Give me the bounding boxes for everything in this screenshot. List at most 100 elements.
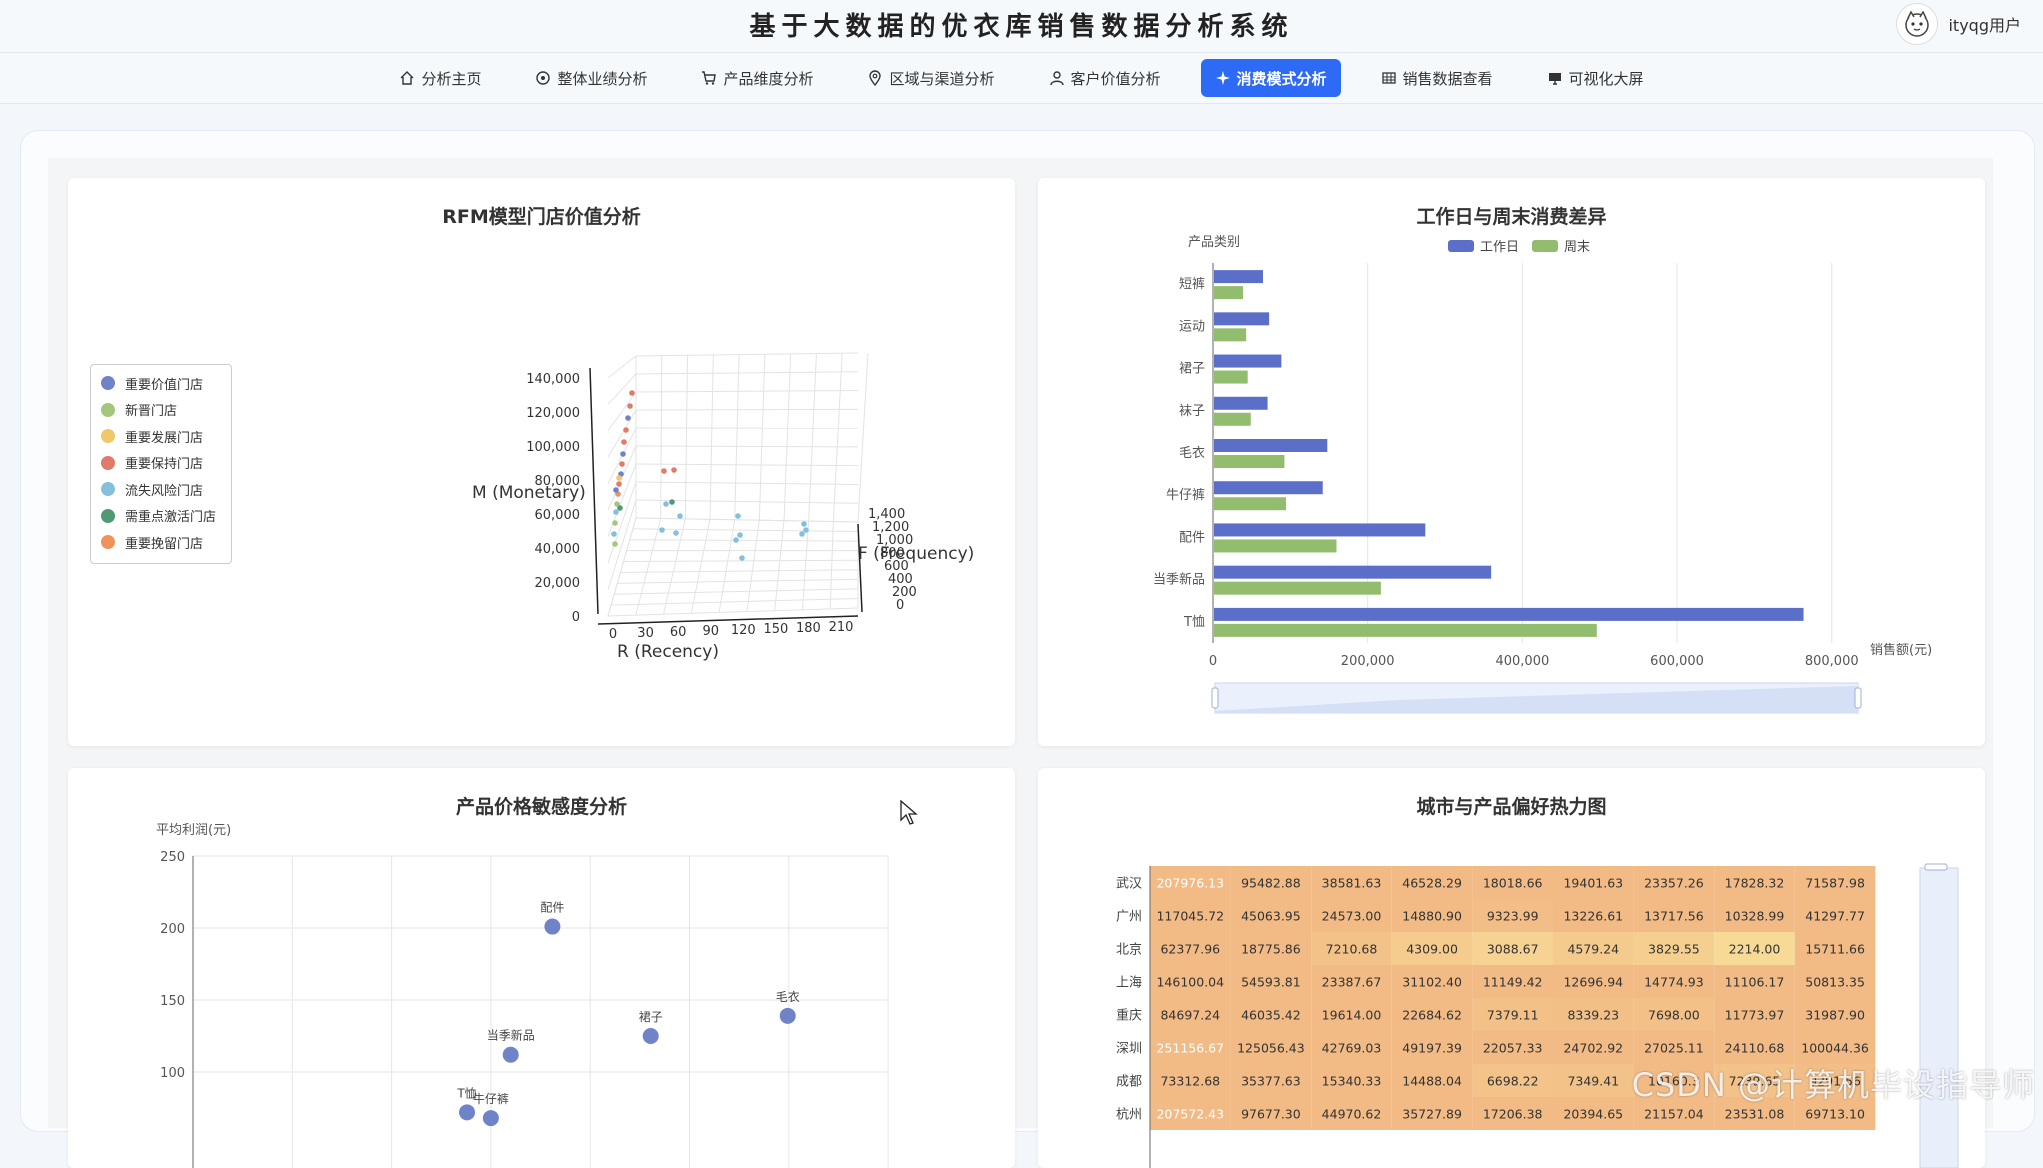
point-label: 当季新品 [487, 1028, 535, 1043]
heatmap-cell-label: 20394.65 [1563, 1107, 1623, 1122]
weekend-bar [1214, 286, 1243, 299]
grid-line [636, 518, 858, 522]
heatmap-cell-label: 9323.99 [1487, 909, 1539, 924]
nav-item-product[interactable]: 产品维度分析 [687, 59, 827, 97]
point-label: 毛衣 [776, 989, 800, 1004]
rfm-point [661, 468, 667, 474]
grid-line [661, 356, 662, 519]
nav-item-consumption[interactable]: 消费模式分析 [1201, 59, 1341, 97]
nav-item-dashboard[interactable]: 可视化大屏 [1533, 59, 1658, 97]
legend-label: 重要保持门店 [125, 453, 203, 472]
x-tick-label: 200,000 [1341, 654, 1395, 669]
legend-item[interactable]: 需重点激活门店 [91, 503, 231, 530]
rfm-card: RFM模型门店价值分析 重要价值门店 新晋门店 重要发展门店 重要保持门店 流失… [68, 178, 1015, 746]
nav-item-customer[interactable]: 客户价值分析 [1035, 59, 1175, 97]
heatmap-cell-label: 19401.63 [1563, 876, 1623, 891]
legend-item[interactable]: 流失风险门店 [91, 476, 231, 503]
price-sensitivity-scatter[interactable]: 平均利润(元)250200150100配件毛衣裙子当季新品T恤牛仔裤 [68, 768, 1015, 1168]
dashboard-grid: RFM模型门店价值分析 重要价值门店 新晋门店 重要发展门店 重要保持门店 流失… [48, 158, 1993, 1128]
heatmap-cell-label: 207572.43 [1156, 1107, 1224, 1122]
user-menu[interactable]: ityqg用户 [1896, 4, 2021, 44]
legend-swatch [101, 376, 115, 390]
nav-item-overall[interactable]: 整体业绩分析 [521, 59, 661, 97]
user-name[interactable]: ityqg用户 [1948, 12, 2021, 36]
rfm-point [623, 427, 629, 433]
legend-item[interactable]: 重要保持门店 [91, 450, 231, 477]
heatmap-cell-label: 22684.62 [1402, 1008, 1462, 1023]
rfm-point [614, 501, 620, 507]
city-product-heatmap[interactable]: 武汉207976.1395482.8838581.6346528.2918018… [1038, 768, 1985, 1168]
grid-line [775, 521, 784, 611]
grid-line [858, 353, 868, 522]
z-tick-label: 0 [572, 610, 580, 625]
category-label: 袜子 [1179, 404, 1205, 419]
z-tick-label: 20,000 [535, 576, 581, 591]
heatmap-cell-label: 49197.39 [1402, 1041, 1462, 1056]
x-axis-title: 销售额(元) [1870, 642, 1932, 658]
legend-item[interactable]: 重要发展门店 [91, 423, 231, 450]
row-label: 北京 [1116, 943, 1142, 958]
rfm-point [733, 537, 739, 543]
heatmap-cell-label: 146100.04 [1156, 975, 1224, 990]
scatter-point [483, 1110, 499, 1126]
scatter-point [544, 919, 560, 935]
weekend-bar [1214, 413, 1251, 426]
y-tick-label: 0 [896, 598, 904, 613]
weekend-bar [1214, 624, 1597, 637]
nav-item-sales-data[interactable]: 销售数据查看 [1367, 59, 1507, 97]
home-icon [399, 70, 415, 86]
category-label: 毛衣 [1179, 445, 1205, 461]
category-label: 配件 [1179, 530, 1205, 545]
grid-line [608, 518, 636, 616]
heatmap-cell-label: 27025.11 [1644, 1041, 1704, 1056]
heatmap-cell-label: 117045.72 [1156, 909, 1224, 924]
rfm-point [617, 505, 623, 511]
heatmap-cell-label: 3088.67 [1487, 942, 1539, 957]
rfm-point [673, 530, 679, 536]
legend-swatch [101, 535, 115, 549]
legend-item[interactable]: 新晋门店 [91, 397, 231, 424]
grid-line [636, 446, 858, 447]
rfm-point [799, 531, 805, 537]
grid-line [608, 356, 636, 378]
grid-line [809, 354, 817, 521]
rfm-point [677, 513, 683, 519]
legend-item[interactable]: 重要挽留门店 [91, 529, 231, 556]
heatmap-cell-label: 31102.40 [1402, 975, 1462, 990]
rfm-point [611, 531, 617, 537]
x-axis-line [598, 616, 858, 624]
legend-item[interactable]: 重要价值门店 [91, 370, 231, 397]
heatmap-cell-label: 71587.98 [1805, 876, 1865, 891]
weekday-weekend-bar-chart[interactable]: 工作日周末产品类别0200,000400,000600,000800,000销售… [1038, 178, 1985, 746]
y-tick-label: 400 [888, 572, 913, 587]
scatter-point [643, 1028, 659, 1044]
nav-item-home[interactable]: 分析主页 [385, 59, 495, 97]
z-tick-label: 40,000 [535, 542, 581, 557]
y-tick-label: 1,000 [876, 533, 913, 548]
grid-line [636, 464, 858, 466]
heatmap-cell-label: 23357.26 [1644, 876, 1704, 891]
rfm-point [612, 541, 618, 547]
y-tick-label: 100 [160, 1066, 185, 1081]
heatmap-cell-label: 6698.22 [1487, 1074, 1539, 1089]
heatmap-cell-label: 23387.67 [1322, 975, 1382, 990]
rfm-point [619, 461, 625, 467]
row-label: 上海 [1116, 976, 1142, 991]
heatmap-cell-label: 7210.68 [1326, 942, 1378, 957]
heatmap-card: 城市与产品偏好热力图 武汉207976.1395482.8838581.6346… [1038, 768, 1985, 1168]
grid-line [802, 521, 808, 610]
legend-swatch [1532, 240, 1558, 252]
z-tick-label: 120,000 [526, 406, 580, 421]
visual-map-bar [1920, 868, 1958, 1168]
app-title: 基于大数据的优衣库销售数据分析系统 [0, 6, 2043, 43]
x-tick-label: 400,000 [1495, 654, 1549, 669]
heatmap-cell-label: 41297.77 [1805, 909, 1865, 924]
grid-line [710, 355, 713, 519]
avatar[interactable] [1896, 3, 1938, 45]
x-axis-title: R (Recency) [617, 642, 719, 662]
nav-item-region[interactable]: 区域与渠道分析 [853, 59, 1008, 97]
nav-label: 销售数据查看 [1403, 68, 1493, 89]
category-label: 当季新品 [1153, 572, 1205, 588]
grid-line [685, 355, 687, 519]
weekend-bar [1214, 455, 1284, 468]
